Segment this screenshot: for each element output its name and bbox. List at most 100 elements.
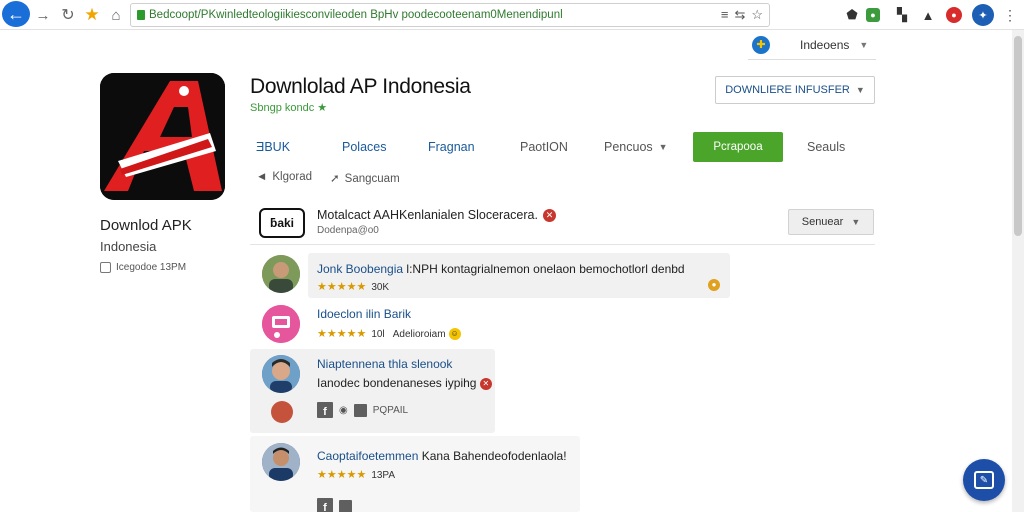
notice-button-label: Senuear	[801, 216, 844, 228]
review-text: Ianodec bondenaneses iypihg ✕	[317, 376, 492, 390]
star-outline-icon[interactable]: ☆	[751, 7, 763, 23]
url-text[interactable]: Bedcoopt/PKwinledteologiikiesconvileoden…	[149, 9, 721, 21]
rating-count: 10l	[371, 329, 385, 340]
share-row: f	[317, 498, 352, 512]
facebook-icon[interactable]: f	[317, 402, 333, 418]
subtitle-text: Sbngp kondc	[250, 102, 315, 114]
review-body-text: Ianodec bondenaneses iypihg	[317, 376, 477, 390]
subnav-label: Klgorad	[272, 171, 313, 183]
review-author-name: Jonk Boobengia	[317, 262, 404, 276]
app-logo	[100, 73, 225, 200]
avatar	[262, 443, 300, 481]
square-icon[interactable]	[353, 403, 367, 417]
avatar-photo	[262, 443, 300, 481]
app-name: Downlod APK	[100, 217, 192, 234]
tab-seauls[interactable]: Seauls	[807, 132, 845, 162]
review-author-name[interactable]: Idoeclon ilin Barik	[317, 307, 411, 321]
notice-subtext: Dodenpa@o0	[317, 225, 379, 236]
swap-icon[interactable]: ⇆	[734, 7, 745, 23]
locale-label: Indeoens	[800, 37, 850, 52]
review-author[interactable]: Jonk Boobengia l:NPH kontagrialnemon one…	[317, 262, 685, 276]
close-icon[interactable]: ✕	[542, 209, 556, 223]
review-author[interactable]: Caoptaifoetemmen Kana Bahendeofodenlaola…	[317, 449, 567, 463]
dot-icon: ◉	[339, 404, 348, 416]
tab-paotion[interactable]: PaotION	[520, 132, 568, 162]
profile-avatar-icon[interactable]: ✦	[972, 4, 994, 26]
page-title: Downlolad AP Indonesia	[250, 75, 471, 98]
tab-bar: ƎBUK Polaces Fragnan PaotION Pencuos ▼ P…	[250, 132, 880, 162]
star-icon: ★	[317, 102, 328, 114]
lock-icon	[137, 10, 145, 20]
kebab-menu-icon[interactable]: ⋮	[1000, 5, 1020, 25]
review-text: l:NPH kontagrialnemon onelaon bemochotlo…	[406, 262, 685, 276]
share-count: PQPAIL	[372, 404, 409, 416]
tab-ebuk[interactable]: ƎBUK	[256, 132, 290, 162]
chevron-down-icon: ▼	[859, 39, 869, 50]
tab-polaces[interactable]: Polaces	[342, 132, 386, 162]
rating-stars: ★★★★★	[317, 328, 367, 340]
subnav-item-sangcuam[interactable]: ➚ Sangcuam	[330, 171, 400, 185]
home-icon[interactable]: ⌂	[106, 4, 126, 26]
review-extra: Adelioroiam	[392, 329, 446, 340]
tab-pencuos-label: Pencuos	[604, 140, 653, 154]
tab-fragnan[interactable]: Fragnan	[428, 132, 475, 162]
notice-text-label: Motalcact AAHKenlanialen Sloceracera.	[317, 208, 538, 222]
avatar-photo	[262, 355, 300, 393]
emoji-icon: ☺	[448, 328, 461, 341]
rating-stars: ★★★★★	[317, 469, 367, 481]
subnav-item-klgorad[interactable]: ◄ Klgorad	[256, 171, 312, 185]
notice-select-button[interactable]: Senuear ▼	[788, 209, 874, 235]
tab-pencuos[interactable]: Pencuos ▼	[604, 132, 668, 162]
small-avatar	[271, 401, 293, 423]
avatar-graphic	[262, 305, 300, 343]
rating-stars: ★★★★★	[317, 281, 367, 293]
share-arrow-icon: ➚	[330, 173, 340, 185]
chat-icon: ✎	[974, 471, 994, 489]
close-icon[interactable]: ✕	[479, 377, 492, 390]
extension-red-icon[interactable]: ●	[946, 7, 962, 23]
review-rating: ★★★★★ 10l Adelioroiam ☺	[317, 327, 461, 341]
app-meta: Icegodoe 13PM	[100, 262, 186, 273]
page-subtitle: Sbngp kondc ★	[250, 101, 327, 114]
scrollbar[interactable]	[1012, 30, 1024, 512]
speaker-icon: ◄	[256, 171, 268, 183]
app-region: Indonesia	[100, 239, 157, 254]
review-text: Kana Bahendeofodenlaola!	[421, 449, 567, 463]
floating-chat-button[interactable]: ✎	[963, 459, 1005, 501]
chevron-down-icon: ▼	[851, 217, 861, 227]
extension-green-icon[interactable]: ●	[866, 8, 880, 22]
download-select-label: DOWNLIERE INFUSFER	[725, 84, 850, 96]
facebook-icon[interactable]: f	[317, 498, 333, 512]
primary-action-button[interactable]: Pcrapooa	[693, 132, 783, 162]
avatar	[262, 305, 300, 343]
bookmark-star-icon[interactable]: ★	[82, 4, 102, 26]
reload-icon[interactable]: ↻	[58, 4, 78, 26]
review-card	[250, 436, 580, 512]
address-bar[interactable]: Bedcoopt/PKwinledteologiikiesconvileoden…	[130, 3, 770, 27]
sub-navigation: ◄ Klgorad ➚ Sangcuam	[256, 171, 400, 185]
download-select[interactable]: DOWNLIERE INFUSFER ▼	[715, 76, 875, 104]
locale-select[interactable]: ✚ Indeoens ▼	[748, 30, 876, 60]
rating-count: 13PA	[371, 470, 396, 481]
extension-shield-icon[interactable]: ⬟	[842, 5, 862, 25]
scrollbar-thumb[interactable]	[1014, 36, 1022, 236]
calendar-icon	[100, 262, 111, 273]
menu-lines-icon[interactable]: ≡	[721, 7, 729, 23]
app-logo-graphic	[100, 73, 225, 200]
avatar-photo	[262, 255, 300, 293]
back-arrow-icon[interactable]: ←	[2, 1, 30, 27]
share-row: f ◉ PQPAIL	[317, 402, 408, 418]
badge-icon: ●	[708, 279, 720, 291]
review-author-name[interactable]: Niaptennena thla slenook	[317, 357, 452, 371]
extension-hat-icon[interactable]: ▲	[918, 5, 938, 25]
review-author-name: Caoptaifoetemmen	[317, 449, 419, 463]
chevron-down-icon: ▼	[855, 85, 865, 95]
notice-text: Motalcact AAHKenlanialen Sloceracera. ✕	[317, 208, 556, 223]
notice-row: ƃaki Motalcact AAHKenlanialen Sloceracer…	[250, 205, 875, 245]
square-icon[interactable]	[339, 499, 352, 512]
forward-arrow-icon[interactable]: →	[34, 4, 52, 26]
app-meta-text: Icegodoe 13PM	[116, 262, 187, 273]
review-rating: ★★★★★ 30K	[317, 280, 389, 293]
extension-flag-icon[interactable]: ▚	[892, 5, 912, 25]
browser-toolbar: ← → ↻ ★ ⌂ Bedcoopt/PKwinledteologiikiesc…	[0, 0, 1024, 30]
